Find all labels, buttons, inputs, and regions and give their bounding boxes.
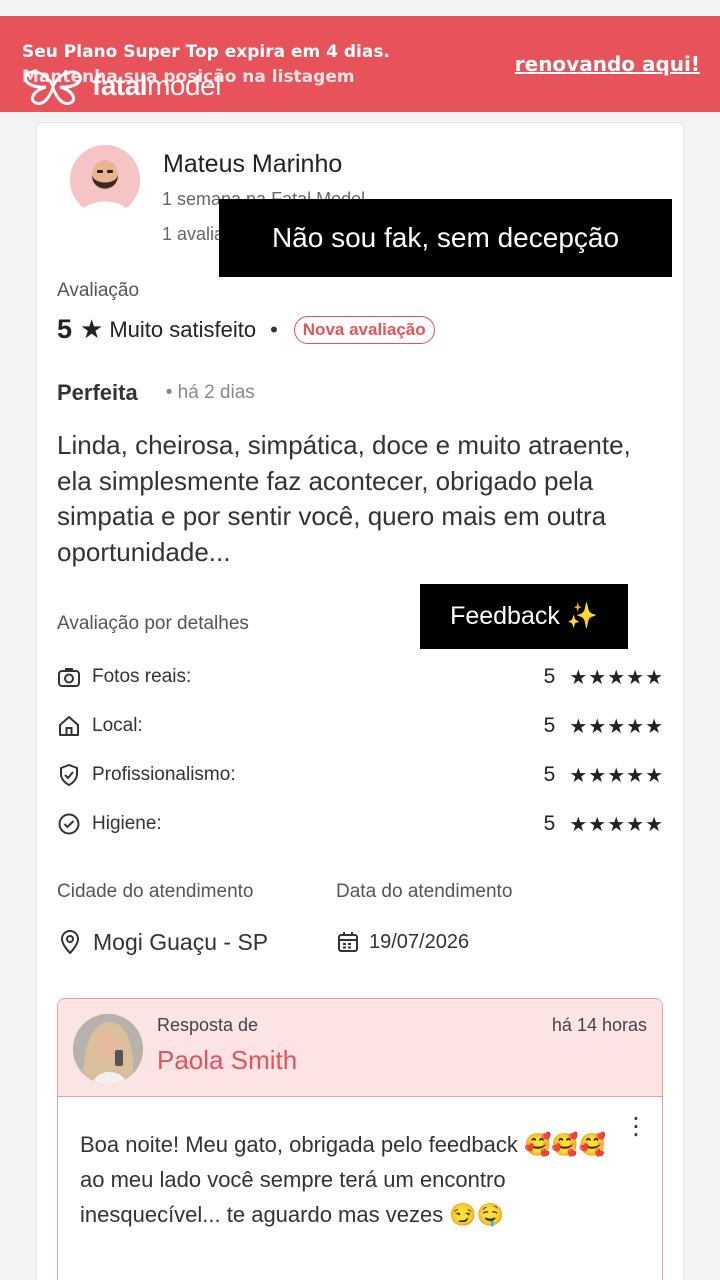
reply-box: Resposta de Paola Smith há 14 horas ⋮ Bo… <box>57 998 663 1280</box>
calendar-icon <box>336 928 360 956</box>
home-icon <box>57 714 81 738</box>
new-review-badge: Nova avaliação <box>293 315 435 344</box>
renew-link[interactable]: renovando aqui! <box>515 52 700 76</box>
detail-score: 5 <box>543 763 556 786</box>
reviewer-name[interactable]: Mateus Marinho <box>163 150 342 179</box>
detail-row-profissionalismo: Profissionalismo: 5 ★★★★★ <box>57 760 664 790</box>
video-caption-top: Não sou fak, sem decepção <box>219 199 672 277</box>
city-label: Cidade do atendimento <box>57 881 254 902</box>
detail-score: 5 <box>543 714 556 737</box>
reviewer-avatar <box>70 145 140 215</box>
shield-check-icon <box>57 763 81 787</box>
rating-text: Muito satisfeito <box>109 316 257 342</box>
responder-name[interactable]: Paola Smith <box>157 1045 297 1076</box>
review-time: • há 2 dias <box>165 382 255 403</box>
detail-score: 5 <box>543 812 556 835</box>
separator-dot: • <box>270 316 278 342</box>
status-strip <box>0 0 720 16</box>
details-label: Avaliação por detalhes <box>57 613 249 634</box>
reply-body: Boa noite! Meu gato, obrigada pelo feedb… <box>80 1132 607 1227</box>
video-caption-feedback: Feedback ✨ <box>420 584 628 649</box>
responder-avatar-photo <box>73 1014 143 1084</box>
detail-stars: ★★★★★ <box>569 813 664 836</box>
service-city: Mogi Guaçu - SP <box>59 928 268 956</box>
check-circle-icon <box>57 812 81 836</box>
banner-line1: Seu Plano Super Top expira em 4 dias. <box>22 42 390 62</box>
star-icon: ★ <box>80 314 104 344</box>
butterfly-logo-icon <box>24 70 82 106</box>
service-date: 19/07/2026 <box>336 928 469 956</box>
detail-label: Profissionalismo: <box>92 764 236 785</box>
detail-row-fotos: Fotos reais: 5 ★★★★★ <box>57 662 664 692</box>
rating-score: 5 <box>57 314 73 344</box>
detail-label: Higiene: <box>92 813 162 834</box>
detail-label: Local: <box>92 715 143 736</box>
detail-row-higiene: Higiene: 5 ★★★★★ <box>57 809 664 839</box>
plan-expiry-banner: Seu Plano Super Top expira em 4 dias. Ma… <box>0 16 720 112</box>
detail-row-local: Local: 5 ★★★★★ <box>57 711 664 741</box>
camera-icon <box>57 665 81 689</box>
date-value: 19/07/2026 <box>369 930 470 953</box>
date-label: Data do atendimento <box>336 881 513 902</box>
reply-from-label: Resposta de <box>157 1015 259 1035</box>
reviewer-avatar-illustration <box>70 145 140 215</box>
detail-label: Fotos reais: <box>92 666 192 687</box>
city-value: Mogi Guaçu - SP <box>93 928 269 955</box>
location-pin-icon <box>59 928 83 956</box>
review-title: Perfeita <box>57 380 138 405</box>
review-heading: Perfeita • há 2 dias <box>57 380 255 406</box>
responder-avatar <box>73 1014 143 1084</box>
logo-wordmark: fatalmodel <box>92 70 221 101</box>
fatalmodel-logo: fatalmodel <box>22 66 221 106</box>
detail-stars: ★★★★★ <box>569 764 664 787</box>
detail-stars: ★★★★★ <box>569 666 664 689</box>
rating-section-label: Avaliação <box>57 280 140 301</box>
detail-stars: ★★★★★ <box>569 715 664 738</box>
reply-time: há 14 horas <box>551 1015 647 1035</box>
reply-header: Resposta de Paola Smith há 14 horas <box>58 999 662 1097</box>
detail-score: 5 <box>543 665 556 688</box>
more-options-icon[interactable]: ⋮ <box>624 1114 648 1138</box>
overall-rating: 5 ★ Muito satisfeito • Nova avaliação <box>57 314 435 345</box>
review-body: Linda, cheirosa, simpática, doce e muito… <box>57 430 631 567</box>
